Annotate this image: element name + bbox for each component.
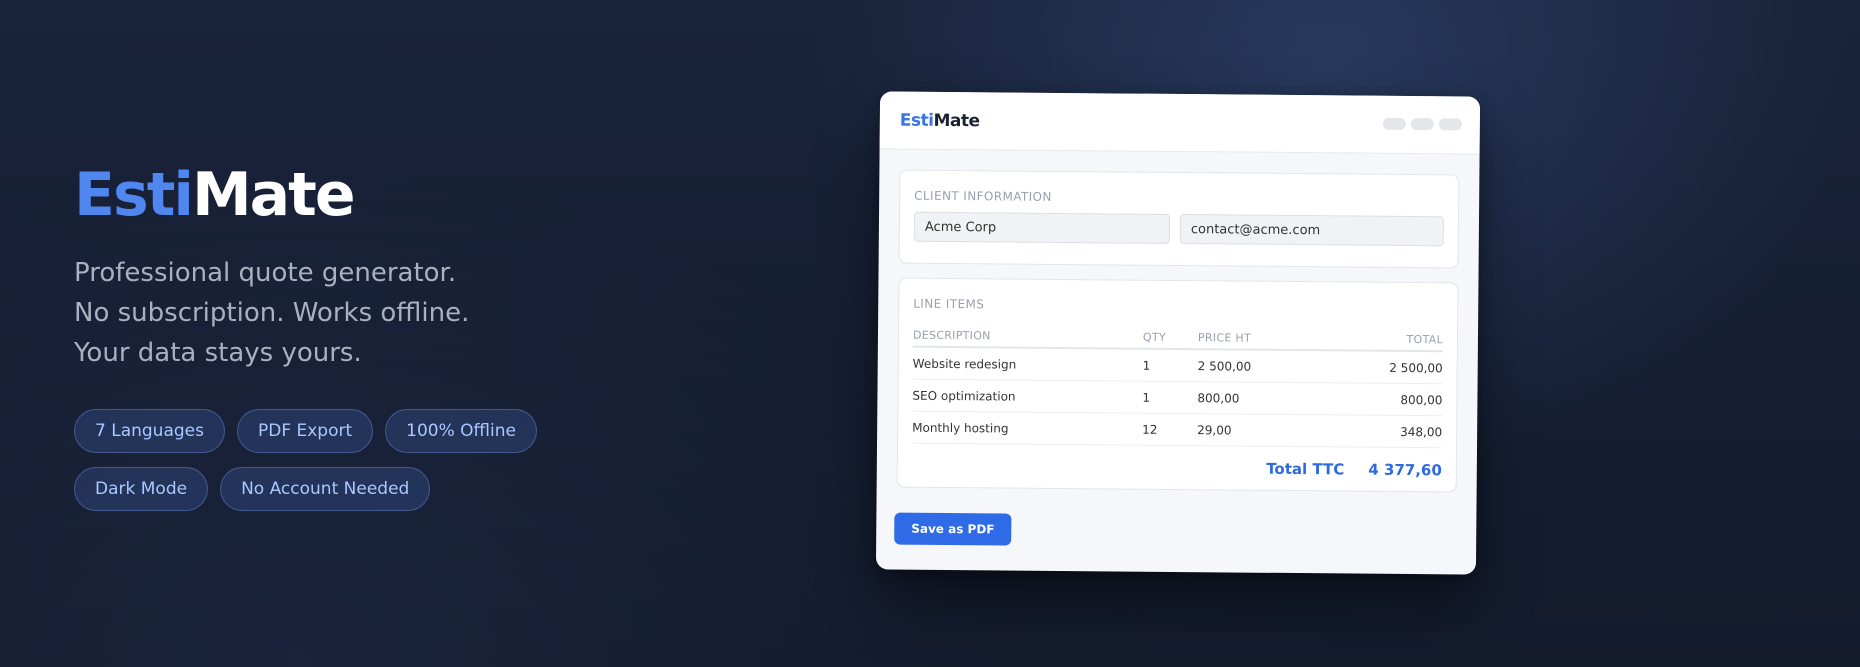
hero-tagline: Professional quote generator. No subscri… bbox=[74, 253, 714, 373]
feature-chip-pdf-export: PDF Export bbox=[236, 409, 374, 453]
window-controls bbox=[1382, 117, 1462, 131]
column-header-qty: QTY bbox=[1142, 330, 1167, 344]
row-qty: 12 bbox=[1142, 422, 1158, 437]
client-information-title: CLIENT INFORMATION bbox=[914, 188, 1052, 204]
maximize-button[interactable] bbox=[1410, 118, 1434, 131]
row-price: 800,00 bbox=[1197, 390, 1240, 406]
close-button[interactable] bbox=[1438, 118, 1462, 131]
column-header-price: PRICE HT bbox=[1197, 330, 1252, 345]
tagline-line: Professional quote generator. bbox=[74, 258, 457, 288]
tagline-line: No subscription. Works offline. bbox=[74, 298, 470, 328]
client-information-card: CLIENT INFORMATION Acme Corp contact@acm… bbox=[898, 169, 1460, 269]
row-price: 2 500,00 bbox=[1197, 358, 1252, 374]
feature-chip-offline: 100% Offline bbox=[385, 409, 537, 453]
feature-chip-dark-mode: Dark Mode bbox=[74, 467, 209, 511]
feature-chip-no-account: No Account Needed bbox=[220, 467, 431, 511]
row-qty: 1 bbox=[1142, 358, 1151, 373]
row-description: SEO optimization bbox=[912, 388, 1016, 404]
row-description: Monthly hosting bbox=[912, 420, 1009, 436]
line-items-title: LINE ITEMS bbox=[913, 296, 985, 312]
feature-chip-languages: 7 Languages bbox=[74, 409, 225, 453]
brand-part-esti: Esti bbox=[74, 160, 194, 230]
column-header-total: TOTAL bbox=[1406, 332, 1444, 346]
row-qty: 1 bbox=[1142, 390, 1151, 405]
row-total: 800,00 bbox=[1400, 392, 1443, 407]
total-ttc-label: Total TTC bbox=[1266, 459, 1345, 479]
row-total: 2 500,00 bbox=[1389, 360, 1443, 375]
client-email-input[interactable]: contact@acme.com bbox=[1179, 214, 1445, 247]
hero-section: EstiMate Professional quote generator. N… bbox=[74, 155, 714, 511]
row-price: 29,00 bbox=[1197, 422, 1232, 437]
logo-part-esti: Esti bbox=[899, 110, 934, 131]
tagline-line: Your data stays yours. bbox=[74, 338, 362, 368]
app-window-preview: EstiMate CLIENT INFORMATION Acme Corp co… bbox=[875, 91, 1481, 575]
total-ttc-value: 4 377,60 bbox=[1368, 460, 1442, 480]
company-name-input[interactable]: Acme Corp bbox=[913, 211, 1171, 244]
total-row: Total TTC 4 377,60 bbox=[912, 444, 1442, 493]
hero-brand: EstiMate bbox=[74, 155, 714, 235]
window-titlebar: EstiMate bbox=[879, 91, 1481, 155]
client-inputs: Acme Corp contact@acme.com bbox=[913, 211, 1445, 247]
column-header-description: DESCRIPTION bbox=[912, 328, 991, 342]
feature-chips: 7 Languages PDF Export 100% Offline Dark… bbox=[74, 409, 674, 511]
table-row[interactable]: SEO optimization 1 800,00 800,00 bbox=[912, 379, 1443, 417]
logo-part-mate: Mate bbox=[933, 110, 980, 131]
brand-part-mate: Mate bbox=[191, 160, 356, 230]
minimize-button[interactable] bbox=[1382, 117, 1406, 130]
table-row[interactable]: Website redesign 1 2 500,00 2 500,00 bbox=[912, 347, 1443, 385]
table-row[interactable]: Monthly hosting 12 29,00 348,00 bbox=[912, 411, 1443, 449]
app-logo: EstiMate bbox=[900, 110, 980, 131]
line-items-card: LINE ITEMS DESCRIPTION QTY PRICE HT TOTA… bbox=[896, 277, 1459, 493]
row-description: Website redesign bbox=[912, 356, 1017, 372]
save-as-pdf-button[interactable]: Save as PDF bbox=[894, 512, 1012, 546]
row-total: 348,00 bbox=[1400, 424, 1443, 439]
